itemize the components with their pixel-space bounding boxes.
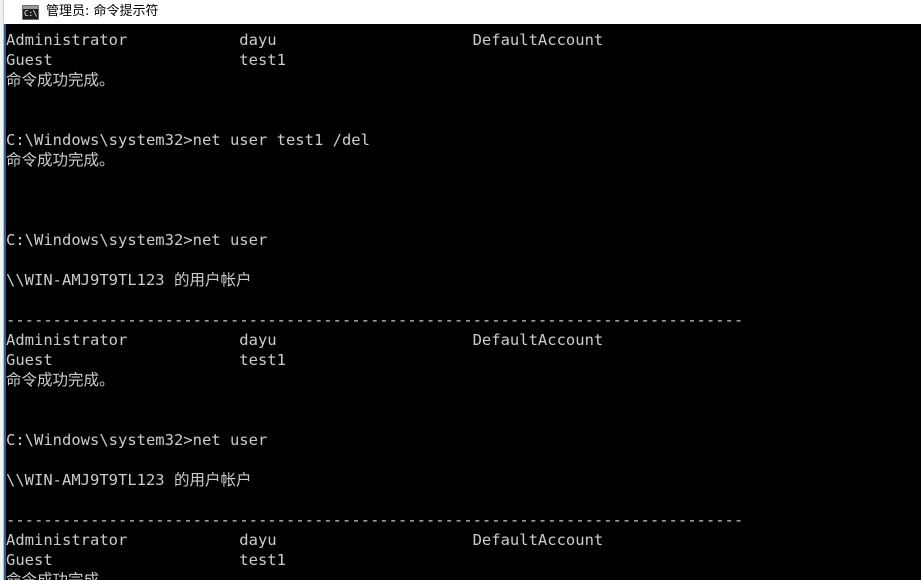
window-left-edge — [0, 0, 4, 24]
console-line: 命令成功完成。 — [6, 571, 115, 580]
console-output[interactable]: Administrator dayu DefaultAccount Guest t… — [6, 24, 921, 580]
title-bar[interactable]: C:\ 管理员: 命令提示符 — [0, 0, 921, 24]
console-line: Administrator dayu DefaultAccount — [6, 531, 604, 549]
console-line: Administrator dayu DefaultAccount — [6, 331, 604, 349]
console-line: C:\Windows\system32>net user test1 /del — [6, 131, 370, 149]
console-line: ----------------------------------------… — [6, 311, 744, 329]
console-line: Guest test1 — [6, 351, 286, 369]
console-line: 命令成功完成。 — [6, 71, 115, 89]
console-line: \\WIN-AMJ9T9TL123 的用户帐户 — [6, 271, 252, 289]
console-line: C:\Windows\system32>net user — [6, 231, 268, 249]
cmd-icon: C:\ — [22, 4, 39, 20]
console-line: Administrator dayu DefaultAccount — [6, 31, 604, 49]
console-line: C:\Windows\system32>net user — [6, 431, 268, 449]
command-prompt-window: C:\ 管理员: 命令提示符 Administrator dayu Defaul… — [0, 0, 921, 580]
console-line: 命令成功完成。 — [6, 151, 115, 169]
window-title: 管理员: 命令提示符 — [46, 4, 159, 19]
console-area[interactable]: Administrator dayu DefaultAccount Guest t… — [0, 24, 921, 580]
console-line: 命令成功完成。 — [6, 371, 115, 389]
console-line: Guest test1 — [6, 51, 286, 69]
console-line: ----------------------------------------… — [6, 511, 744, 529]
console-line: \\WIN-AMJ9T9TL123 的用户帐户 — [6, 471, 252, 489]
cmd-icon-glyph: C:\ — [24, 8, 37, 18]
console-line: Guest test1 — [6, 551, 286, 569]
